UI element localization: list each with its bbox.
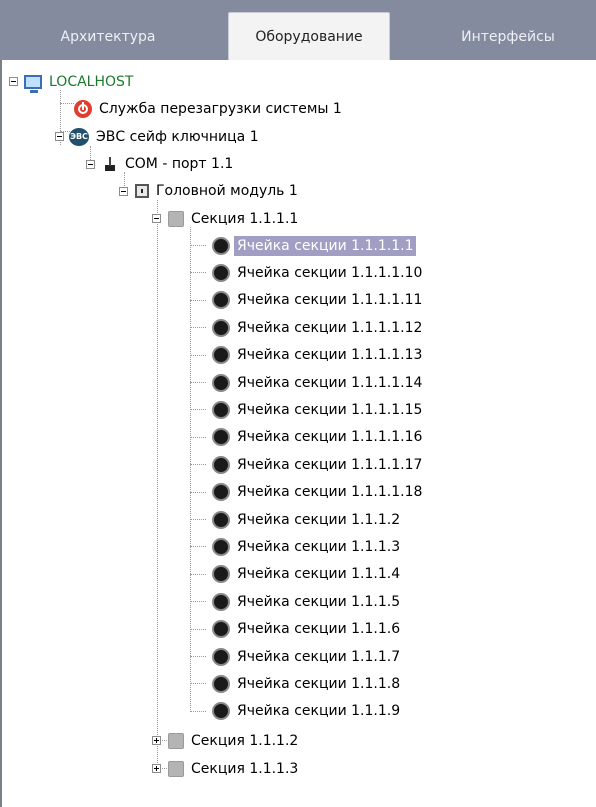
tree-node-label: Ячейка секции 1.1.1.4 <box>237 566 401 583</box>
tree-node-label: Головной модуль 1 <box>156 182 298 199</box>
tree-node-reboot-service[interactable]: Служба перезагрузки системы 1 <box>74 95 345 122</box>
tab-equipment[interactable]: Оборудование <box>228 12 390 61</box>
tree-node-label: COM - порт 1.1 <box>125 155 234 172</box>
expander-localhost[interactable] <box>9 77 18 86</box>
cell-icon <box>212 346 230 365</box>
tree-node-label: Ячейка секции 1.1.1.8 <box>237 675 401 692</box>
tree-node-com-port[interactable]: COM - порт 1.1 <box>102 150 236 177</box>
tree-node-section[interactable]: Секция 1.1.1.2 <box>168 727 301 754</box>
com-port-icon <box>102 155 118 173</box>
cell-icon <box>212 318 230 337</box>
tree-node-section[interactable]: Секция 1.1.1.1 <box>168 205 301 232</box>
cell-icon <box>212 647 230 666</box>
expander-section-1[interactable] <box>152 214 161 223</box>
tab-interfaces[interactable]: Интерфейсы <box>420 14 596 60</box>
tree-node-cell[interactable]: Ячейка секции 1.1.1.2 <box>212 506 403 533</box>
tree-node-label: Ячейка секции 1.1.1.3 <box>237 538 401 555</box>
cell-icon <box>212 263 230 282</box>
cell-icon <box>212 537 230 556</box>
cell-icon <box>212 565 230 584</box>
tree-node-cell[interactable]: Ячейка секции 1.1.1.1.11 <box>212 287 425 314</box>
cell-icon <box>212 674 230 693</box>
tree-node-cell[interactable]: Ячейка секции 1.1.1.1.13 <box>212 342 425 369</box>
module-icon <box>135 183 149 198</box>
expander-com-port[interactable] <box>86 160 95 169</box>
tree-node-cell[interactable]: Ячейка секции 1.1.1.5 <box>212 588 403 615</box>
tree-node-label: Ячейка секции 1.1.1.1.14 <box>237 374 423 391</box>
tree-node-cell[interactable]: Ячейка секции 1.1.1.8 <box>212 670 403 697</box>
tree-node-section[interactable]: Секция 1.1.1.3 <box>168 755 301 782</box>
tree-node-label: ЭВС сейф ключница 1 <box>96 128 259 145</box>
tree-node-cell[interactable]: Ячейка секции 1.1.1.4 <box>212 561 403 588</box>
tree-node-head-module[interactable]: Головной модуль 1 <box>135 177 301 204</box>
tab-architecture[interactable]: Архитектура <box>18 14 198 60</box>
tree-node-cell[interactable]: Ячейка секции 1.1.1.1.16 <box>212 424 425 451</box>
tree-node-label: Ячейка секции 1.1.1.1.12 <box>237 319 423 336</box>
tree-node-label: Ячейка секции 1.1.1.5 <box>237 593 401 610</box>
tree-node-label: Ячейка секции 1.1.1.1.17 <box>237 456 423 473</box>
tree-node-label: Ячейка секции 1.1.1.9 <box>237 703 401 720</box>
cell-icon <box>212 510 230 529</box>
tree-node-cell[interactable]: Ячейка секции 1.1.1.1.12 <box>212 314 425 341</box>
tree-node-label: Ячейка секции 1.1.1.6 <box>237 621 401 638</box>
tree-node-cell[interactable]: Ячейка секции 1.1.1.1.10 <box>212 259 425 286</box>
tree-node-cell[interactable]: Ячейка секции 1.1.1.1.18 <box>212 479 425 506</box>
section-icon <box>168 760 184 777</box>
tree-node-cell[interactable]: Ячейка секции 1.1.1.3 <box>212 533 403 560</box>
cell-icon <box>212 236 230 255</box>
tree-node-label: Ячейка секции 1.1.1.1.15 <box>237 401 423 418</box>
cell-icon <box>212 592 230 611</box>
tree-node-label: Секция 1.1.1.2 <box>191 732 299 749</box>
tree-node-label: Ячейка секции 1.1.1.1.11 <box>237 292 423 309</box>
tree-node-label: Секция 1.1.1.3 <box>191 760 299 777</box>
tree-node-cell[interactable]: Ячейка секции 1.1.1.7 <box>212 643 403 670</box>
cell-icon <box>212 483 230 502</box>
cell-icon <box>212 291 230 310</box>
tree-node-label: Секция 1.1.1.1 <box>191 210 299 227</box>
tree-node-evs[interactable]: ЭВС ЭВС сейф ключница 1 <box>69 123 262 150</box>
hardware-tree-panel: LOCALHOST Служба перезагрузки системы 1 … <box>0 60 596 807</box>
cell-icon <box>212 428 230 447</box>
tree-node-label: Ячейка секции 1.1.1.2 <box>237 511 401 528</box>
cell-icon <box>212 702 230 721</box>
tree-node-label: Ячейка секции 1.1.1.1.10 <box>237 264 423 281</box>
cell-icon <box>212 400 230 419</box>
section-icon <box>168 732 184 749</box>
tree-node-cell[interactable]: Ячейка секции 1.1.1.1.14 <box>212 369 425 396</box>
tree-node-label: Ячейка секции 1.1.1.7 <box>237 648 401 665</box>
tree-node-label: Служба перезагрузки системы 1 <box>99 100 342 117</box>
tree-node-cell[interactable]: Ячейка секции 1.1.1.6 <box>212 616 403 643</box>
tree-node-label: Ячейка секции 1.1.1.1.18 <box>237 484 423 501</box>
tree-node-label: Ячейка секции 1.1.1.1.13 <box>237 347 423 364</box>
tab-bar: Архитектура Оборудование Интерфейсы <box>0 0 596 61</box>
power-icon <box>74 99 92 118</box>
tree-node-label: Ячейка секции 1.1.1.1.1 <box>234 235 417 256</box>
expander-section-3[interactable] <box>152 764 161 773</box>
tree-node-cell[interactable]: Ячейка секции 1.1.1.1.1 <box>212 232 417 259</box>
cell-icon <box>212 455 230 474</box>
tree-node-cell[interactable]: Ячейка секции 1.1.1.9 <box>212 698 403 725</box>
expander-head-module[interactable] <box>119 187 128 196</box>
cell-icon <box>212 620 230 639</box>
cell-icon <box>212 373 230 392</box>
tree-node-label: LOCALHOST <box>49 73 134 90</box>
expander-section-2[interactable] <box>152 736 161 745</box>
tree-node-cell[interactable]: Ячейка секции 1.1.1.1.15 <box>212 396 425 423</box>
tree-node-localhost[interactable]: LOCALHOST <box>24 68 136 95</box>
tree-node-label: Ячейка секции 1.1.1.1.16 <box>237 429 423 446</box>
evs-icon: ЭВС <box>69 127 89 146</box>
hardware-tree: LOCALHOST Служба перезагрузки системы 1 … <box>2 60 596 807</box>
expander-evs[interactable] <box>55 132 64 141</box>
monitor-icon <box>24 74 42 93</box>
tree-node-cell[interactable]: Ячейка секции 1.1.1.1.17 <box>212 451 425 478</box>
section-icon <box>168 210 184 227</box>
